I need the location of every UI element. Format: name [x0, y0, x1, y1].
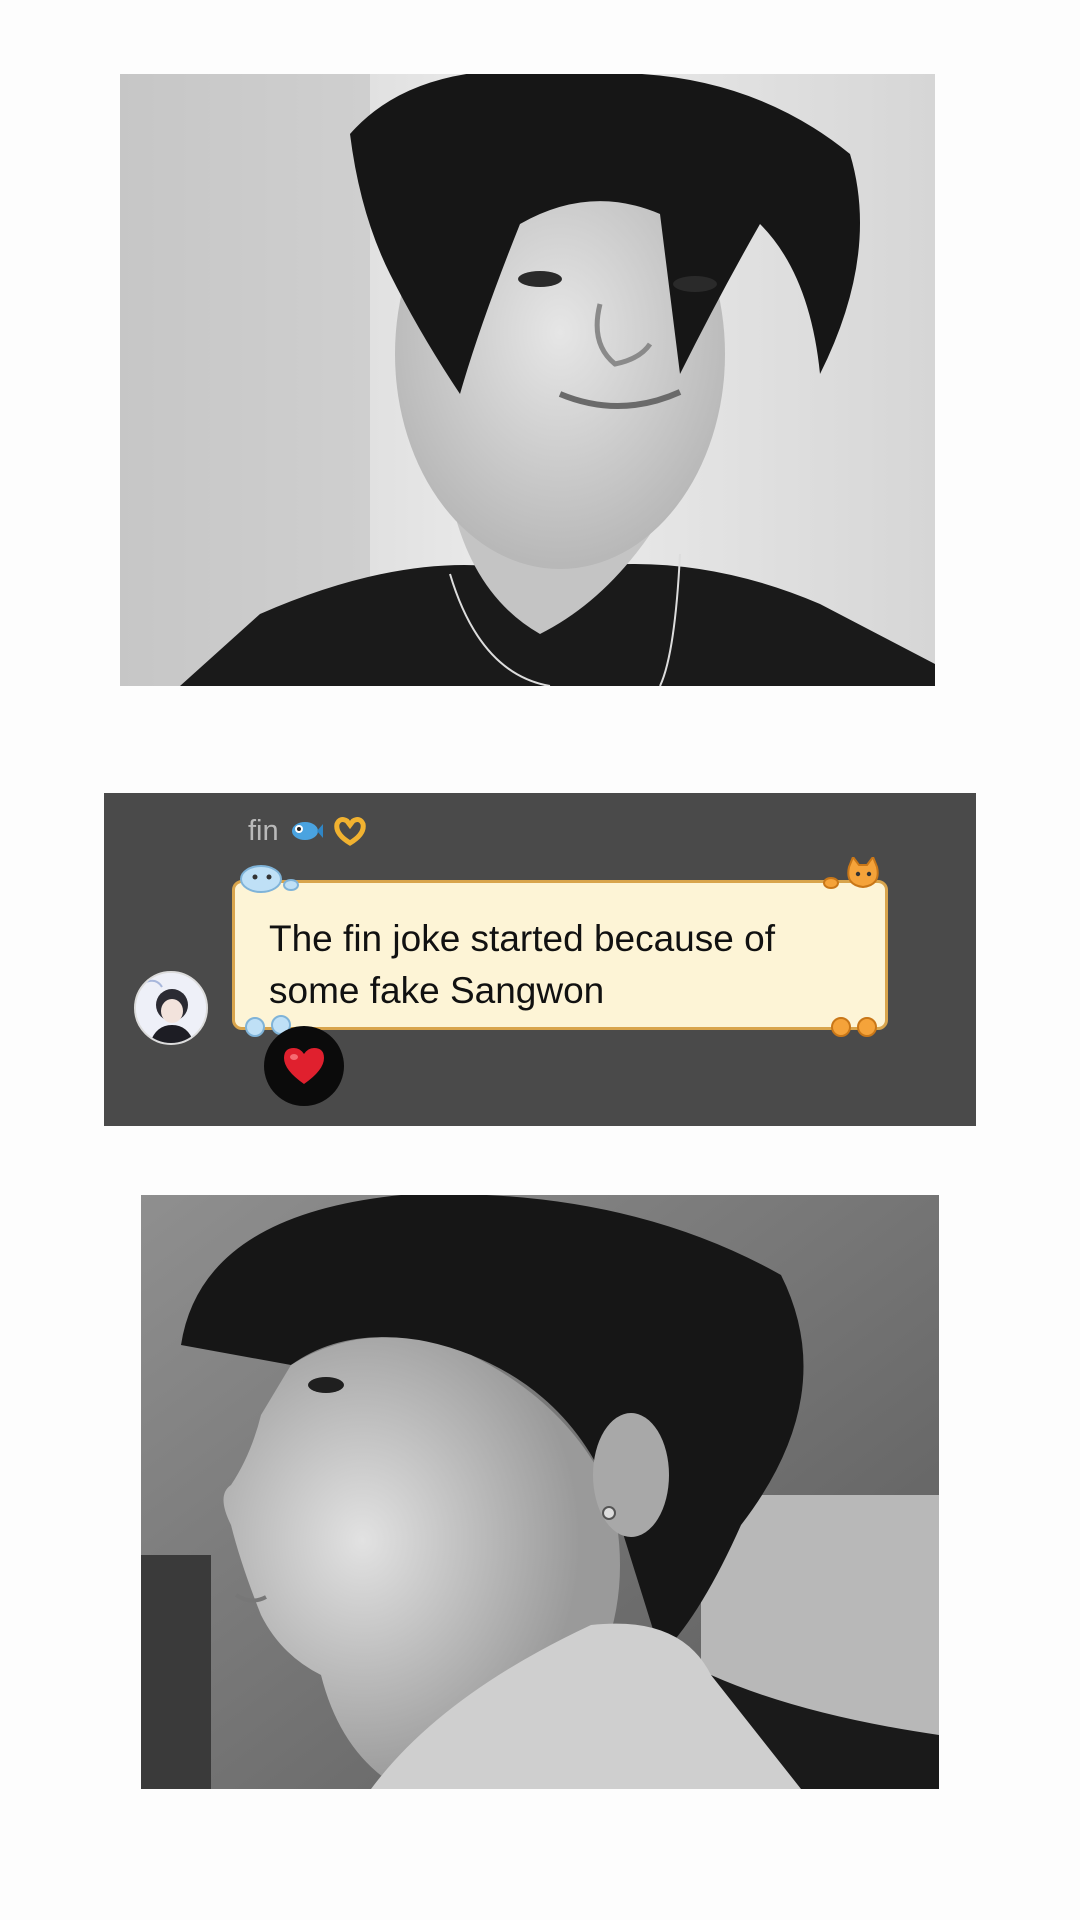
red-heart-icon	[284, 1048, 324, 1084]
bottom-photo[interactable]	[141, 1195, 939, 1789]
paw-sticker-right-icon	[827, 1015, 883, 1039]
message-text: The fin joke started because of some fak…	[269, 918, 775, 1011]
sender-name: fin	[248, 814, 279, 847]
heart-hands-icon	[333, 817, 366, 846]
screen: fin The fin joke started because of some…	[0, 0, 1080, 1920]
profile-image	[141, 1195, 939, 1789]
sender-row: fin	[248, 811, 367, 851]
fish-icon	[291, 822, 323, 840]
avatar-image	[136, 973, 206, 1043]
portrait-image	[120, 74, 935, 686]
avatar[interactable]	[134, 971, 208, 1045]
message-bubble[interactable]: The fin joke started because of some fak…	[232, 857, 888, 1037]
dog-sticker-icon	[239, 861, 303, 893]
reaction-badge[interactable]	[264, 1026, 344, 1106]
chat-message-card: fin The fin joke started because of some…	[104, 793, 976, 1126]
cat-sticker-icon	[819, 857, 885, 893]
top-photo[interactable]	[120, 74, 935, 686]
